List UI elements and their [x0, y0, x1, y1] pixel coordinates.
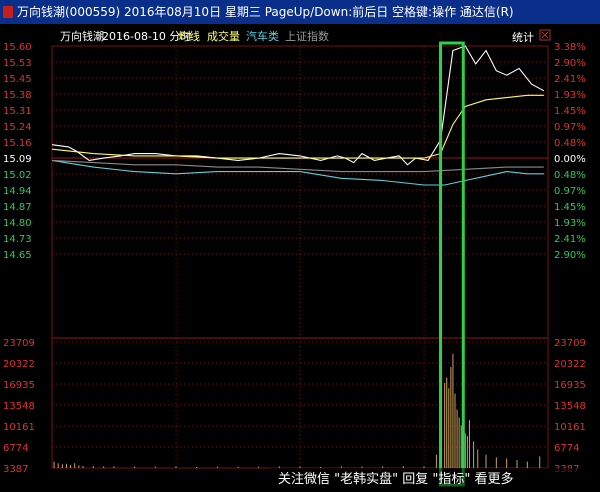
percent-tick-label: 2.90% — [554, 58, 586, 69]
percent-tick-label: 0.48% — [554, 138, 586, 149]
volume-tick-label: 6774 — [3, 443, 28, 454]
app-window: 万向钱潮(000559) 2016年08月10日 星期三 PageUp/Down… — [0, 0, 600, 492]
legend-avg: 均线 — [178, 29, 200, 43]
volume-bars — [53, 353, 541, 468]
price-axis: 15.60 15.53 15.45 15.38 15.31 15.24 15.16 15.09… — [3, 42, 32, 261]
volume-tick-label-right: 16935 — [554, 380, 586, 391]
price-tick-label: 15.53 — [3, 58, 32, 69]
percent-tick-label: 2.41% — [554, 234, 586, 245]
legend-sector: 汽车类 — [246, 29, 279, 43]
app-icon — [3, 6, 13, 18]
percent-tick-label: 0.97% — [554, 186, 586, 197]
volume-tick-label-right: 20322 — [554, 359, 586, 370]
volume-tick-label: 16935 — [3, 380, 35, 391]
volume-tick-label: 10161 — [3, 422, 35, 433]
volume-axis-left: 23709 20322 16935 13548 10161 6774 3387 — [3, 338, 35, 475]
price-tick-label: 15.38 — [3, 90, 32, 101]
volume-axis-right: 237092032216935135481016167743387 — [554, 338, 586, 475]
volume-tick-label: 13548 — [3, 401, 35, 412]
percent-tick-label: 1.45% — [554, 106, 586, 117]
price-tick-label: 15.02 — [3, 170, 32, 181]
breakout-highlight-box — [439, 41, 465, 487]
stats-button[interactable]: 统计 — [512, 31, 534, 44]
series-lines — [51, 45, 545, 186]
header-stock-name: 万向钱潮 — [60, 29, 104, 43]
price-tick-label: 14.87 — [3, 202, 32, 213]
volume-tick-label: 3387 — [3, 464, 28, 475]
price-tick-label: 15.24 — [3, 122, 32, 133]
volume-tick-label-right: 23709 — [554, 338, 586, 349]
percent-tick-label: 2.41% — [554, 74, 586, 85]
price-tick-label: 14.94 — [3, 186, 32, 197]
window-title: 万向钱潮(000559) 2016年08月10日 星期三 PageUp/Down… — [17, 5, 514, 19]
volume-tick-label: 23709 — [3, 338, 35, 349]
legend-index: 上证指数 — [285, 29, 329, 43]
percent-tick-label: 3.38% — [554, 42, 586, 53]
price-tick-label: 14.73 — [3, 234, 32, 245]
volume-tick-label-right: 6774 — [554, 443, 579, 454]
price-tick-label: 15.16 — [3, 138, 32, 149]
percent-tick-label: 1.93% — [554, 90, 586, 101]
chart-grid — [51, 45, 549, 469]
intraday-chart[interactable]: 15.60 15.53 15.45 15.38 15.31 15.24 15.16 15.09… — [0, 24, 600, 492]
volume-tick-label-right: 13548 — [554, 401, 586, 412]
price-tick-label: 15.45 — [3, 74, 32, 85]
window-title-bar: 万向钱潮(000559) 2016年08月10日 星期三 PageUp/Down… — [0, 0, 600, 24]
percent-tick-label: 2.90% — [554, 250, 586, 261]
price-tick-label: 15.31 — [3, 106, 32, 117]
percent-axis: 3.38% 2.90% 2.41% 1.93% 1.45% 0.97% 0.48% 0.00%… — [554, 42, 586, 261]
percent-tick-label: 1.45% — [554, 202, 586, 213]
volume-tick-label-right: 10161 — [554, 422, 586, 433]
watermark-banner: 关注微信 "老韩实盘" 回复 "指标" 看更多 — [270, 468, 600, 492]
price-tick-label: 14.80 — [3, 218, 32, 229]
percent-tick-label: 0.97% — [554, 122, 586, 133]
price-tick-label: 15.60 — [3, 42, 32, 53]
percent-tick-label: 0.48% — [554, 170, 586, 181]
price-tick-label: 14.65 — [3, 250, 32, 261]
percent-tick-label: 1.93% — [554, 218, 586, 229]
percent-tick-label: 0.00% — [554, 154, 586, 165]
price-tick-label: 15.09 — [3, 154, 32, 165]
legend-volume: 成交量 — [207, 29, 240, 43]
volume-tick-label: 20322 — [3, 359, 35, 370]
series-line-index — [51, 159, 544, 173]
series-line-avg — [51, 94, 544, 159]
